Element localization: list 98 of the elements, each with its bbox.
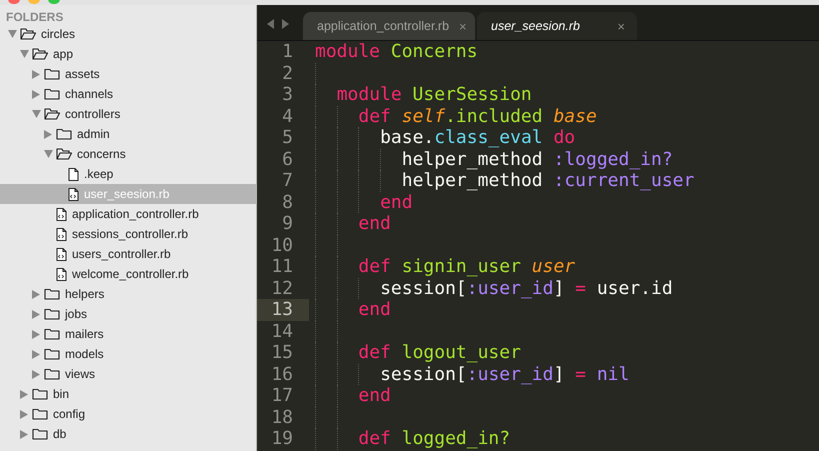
folder-icon — [32, 388, 48, 400]
folder-icon — [44, 348, 60, 360]
code-file-icon — [56, 268, 67, 280]
collapsed-arrow-icon — [20, 410, 28, 418]
folder-icon — [44, 68, 60, 80]
sidebar-item[interactable]: db — [0, 424, 256, 444]
folder-icon — [32, 428, 48, 440]
code-line: helper_method :logged_in? — [402, 148, 673, 170]
sidebar-item[interactable]: channels — [0, 84, 256, 104]
code-line: def signin_user user — [358, 256, 576, 278]
sidebar-item[interactable]: welcome_controller.rb — [0, 264, 256, 284]
code-file-icon — [68, 188, 79, 200]
code-line: end — [358, 299, 391, 320]
line-number: 15 — [270, 342, 294, 364]
expanded-arrow-icon — [20, 50, 29, 58]
sidebar-item[interactable]: application_controller.rb — [0, 204, 256, 224]
editor-tab[interactable]: user_seesion.rb × — [477, 12, 637, 40]
line-number: 4 — [281, 106, 294, 127]
collapsed-arrow-icon — [32, 350, 40, 358]
line-number: 2 — [281, 62, 294, 84]
back-arrow-icon[interactable] — [267, 19, 275, 29]
line-number: 7 — [281, 170, 294, 192]
code-line: def logged_in? — [358, 428, 510, 450]
line-number: 6 — [281, 148, 294, 170]
expanded-arrow-icon — [32, 110, 41, 118]
collapsed-arrow-icon — [44, 130, 52, 138]
close-window-icon[interactable] — [8, 0, 20, 4]
sidebar-item[interactable]: jobs — [0, 304, 256, 324]
line-number: 13 — [257, 299, 309, 320]
open-folder-icon — [20, 28, 36, 40]
sidebar-header: FOLDERS — [5, 9, 64, 24]
sidebar-item[interactable]: app — [0, 44, 256, 64]
sidebar-item[interactable]: circles — [0, 24, 256, 44]
code-file-icon — [56, 248, 67, 260]
folder-icon — [44, 308, 60, 320]
sidebar-item[interactable]: assets — [0, 64, 256, 84]
open-folder-icon — [44, 108, 60, 120]
line-number: 9 — [281, 213, 294, 234]
close-tab-button[interactable]: × — [617, 18, 625, 34]
sidebar-item[interactable]: sessions_controller.rb — [0, 224, 256, 244]
sidebar-item[interactable]: users_controller.rb — [0, 244, 256, 264]
code-line: helper_method :current_user — [402, 170, 694, 192]
line-number: 19 — [270, 428, 294, 450]
editor-tab[interactable]: application_controller.rb × — [303, 12, 475, 40]
folder-icon — [32, 408, 48, 420]
line-number: 14 — [270, 320, 294, 342]
sidebar-item[interactable]: .keep — [0, 164, 256, 184]
code-line: module UserSession — [336, 84, 532, 106]
line-number: 5 — [281, 127, 294, 148]
line-number: 16 — [270, 364, 294, 385]
expanded-arrow-icon — [44, 150, 53, 158]
code-line: session[:user_id] = nil — [380, 364, 630, 385]
expanded-arrow-icon — [8, 30, 17, 38]
collapsed-arrow-icon — [32, 290, 40, 298]
collapsed-arrow-icon — [20, 430, 28, 438]
open-folder-icon — [56, 148, 72, 160]
line-number: 1 — [281, 41, 294, 62]
folder-icon — [56, 128, 72, 140]
line-number: 10 — [270, 234, 294, 256]
sidebar-item[interactable]: config — [0, 404, 256, 424]
forward-arrow-icon[interactable] — [281, 19, 289, 29]
collapsed-arrow-icon — [32, 90, 40, 98]
sidebar-item[interactable]: mailers — [0, 324, 256, 344]
collapsed-arrow-icon — [32, 70, 40, 78]
line-number: 17 — [270, 385, 294, 406]
sidebar-item[interactable]: bin — [0, 384, 256, 404]
sidebar-item[interactable]: concerns — [0, 144, 256, 164]
folder-icon — [44, 328, 60, 340]
code-line: session[:user_id] = user.id — [380, 278, 673, 299]
code-line: end — [358, 213, 391, 234]
open-folder-icon — [32, 48, 48, 60]
line-number: 12 — [270, 278, 294, 299]
sidebar-item[interactable]: models — [0, 344, 256, 364]
collapsed-arrow-icon — [32, 370, 40, 378]
folder-icon — [44, 288, 60, 300]
line-number: 3 — [281, 84, 294, 106]
code-line: def logout_user — [358, 342, 521, 364]
code-line: module Concerns — [315, 41, 478, 62]
code-line: def self.included base — [358, 106, 597, 127]
collapsed-arrow-icon — [32, 310, 40, 318]
sidebar-item[interactable]: views — [0, 364, 256, 384]
code-file-icon — [56, 228, 67, 240]
sidebar-item[interactable]: controllers — [0, 104, 256, 124]
code-line: base.class_eval do — [380, 127, 576, 148]
sidebar-item[interactable]: admin — [0, 124, 256, 144]
folder-icon — [44, 88, 60, 100]
zoom-window-icon[interactable] — [48, 0, 60, 4]
folder-icon — [44, 368, 60, 380]
code-file-icon — [56, 208, 67, 220]
line-number: 8 — [281, 192, 294, 213]
line-number: 18 — [270, 406, 294, 428]
sidebar-item[interactable]: helpers — [0, 284, 256, 304]
code-line: end — [380, 192, 413, 213]
code-line: end — [358, 385, 391, 406]
line-number: 11 — [270, 256, 294, 278]
file-icon — [68, 168, 79, 180]
collapsed-arrow-icon — [32, 330, 40, 338]
collapsed-arrow-icon — [20, 390, 28, 398]
